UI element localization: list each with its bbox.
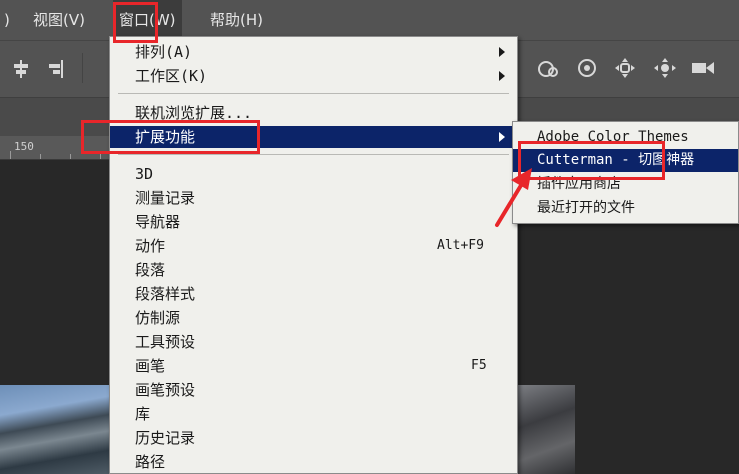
menu-separator [118,154,509,155]
menu-item-label: 工具预设 [135,333,196,351]
menu-item-label: 段落 [135,261,166,279]
menu-item-label: 路径 [135,453,166,471]
mountain-photo [515,385,575,474]
toolbar-separator [82,53,83,83]
submenu-arrow-icon [499,132,505,142]
menu-item-label: 排列(A) [135,43,193,61]
ruler-tick [40,154,41,159]
menu-item-paragraph-styles[interactable]: 段落样式 [110,283,517,305]
ruler-label: 150 [14,140,34,153]
menubar-item-view[interactable]: 视图(V) [27,0,91,40]
menu-item-label: 工作区(K) [135,67,208,85]
menu-bar: ) 视图(V) 窗口(W) 帮助(H) [0,0,739,40]
ruler-tick [10,151,11,159]
menu-item-paths[interactable]: 路径 [110,451,517,473]
menu-item-navigator[interactable]: 导航器 [110,211,517,233]
submenu-arrow-icon [499,47,505,57]
menu-item-shortcut: Alt+F9 [437,238,484,253]
menu-separator [118,93,509,94]
menu-item-actions[interactable]: 动作 Alt+F9 [110,235,517,257]
menu-item-clone-source[interactable]: 仿制源 [110,307,517,329]
3d-roll-icon[interactable] [576,57,598,82]
menu-item-label: 历史记录 [135,429,196,447]
3d-pan-icon[interactable] [613,56,637,83]
submenu-item-label: 最近打开的文件 [537,200,635,216]
menu-item-label: 仿制源 [135,309,181,327]
menu-item-label: 3D [135,165,154,183]
menu-item-arrange[interactable]: 排列(A) [110,41,517,63]
mountain-photo [0,385,110,474]
annotation-box-extensions [81,120,260,154]
menu-item-label: 动作 [135,237,166,255]
3d-camera-icon[interactable] [690,59,718,80]
menu-item-workspace[interactable]: 工作区(K) [110,65,517,87]
menubar-item-image[interactable]: ) [0,0,16,40]
menubar-item-help[interactable]: 帮助(H) [204,0,269,40]
align-center-icon[interactable] [11,59,31,82]
menu-item-3d[interactable]: 3D [110,163,517,185]
submenu-arrow-icon [499,71,505,81]
menu-item-tool-presets[interactable]: 工具预设 [110,331,517,353]
menu-item-shortcut: F5 [471,358,487,373]
menu-item-libraries[interactable]: 库 [110,403,517,425]
menu-item-measurement-log[interactable]: 测量记录 [110,187,517,209]
menu-item-label: 导航器 [135,213,181,231]
menu-item-paragraph[interactable]: 段落 [110,259,517,281]
menu-item-history[interactable]: 历史记录 [110,427,517,449]
3d-slide-icon[interactable] [652,56,678,83]
ruler-tick [70,154,71,159]
annotation-box-cutterman [518,141,665,180]
menu-item-label: 测量记录 [135,189,196,207]
annotation-box-window-menu [113,2,158,43]
align-right-icon[interactable] [45,59,65,82]
window-menu: 排列(A) 工作区(K) 联机浏览扩展... 扩展功能 3D 测量记录 导航器 … [109,36,518,474]
menu-item-brush[interactable]: 画笔 F5 [110,355,517,377]
menu-item-label: 画笔预设 [135,381,196,399]
menu-item-label: 画笔 [135,357,166,375]
menu-item-brush-presets[interactable]: 画笔预设 [110,379,517,401]
menu-item-label: 库 [135,405,151,423]
menu-item-label: 段落样式 [135,285,196,303]
submenu-item-recent-files[interactable]: 最近打开的文件 [513,197,738,220]
3d-orbit-icon[interactable] [536,58,560,83]
